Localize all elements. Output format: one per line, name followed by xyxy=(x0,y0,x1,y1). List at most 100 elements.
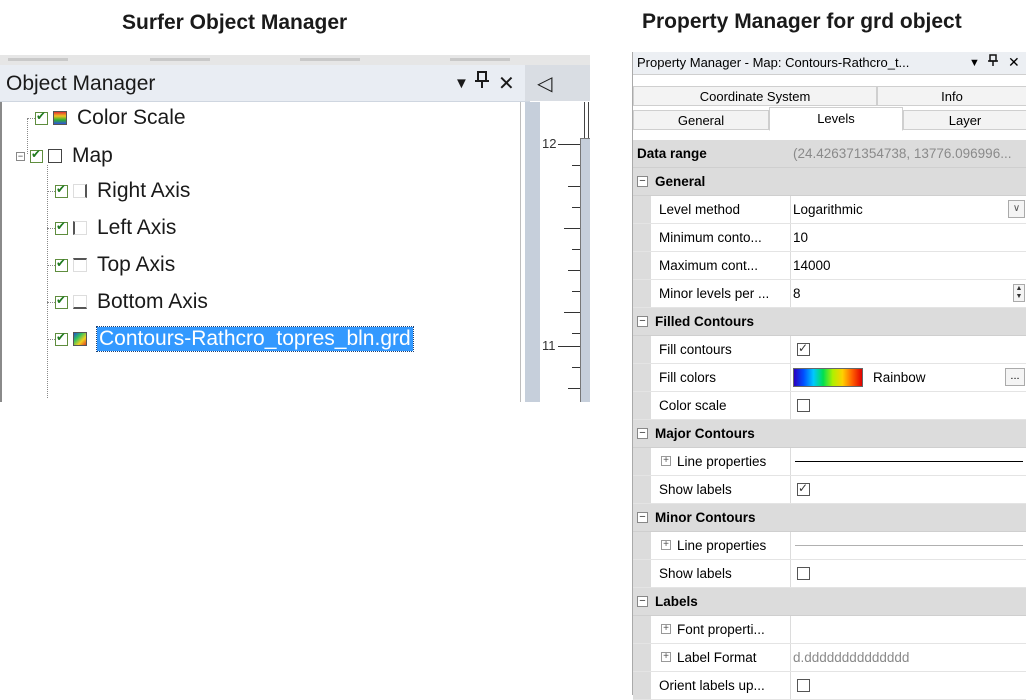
level-method-row[interactable]: Level method Logarithmic ∨ xyxy=(633,196,1026,224)
label-format-row[interactable]: + Label Format d.dddddddddddddd xyxy=(633,644,1026,672)
object-manager-heading: Surfer Object Manager xyxy=(122,11,348,34)
top-ruler xyxy=(540,102,590,139)
orient-labels-row[interactable]: Orient labels up... xyxy=(633,672,1026,700)
show-labels-checkbox[interactable] xyxy=(797,567,810,580)
object-manager-panel: Object Manager ▼ ✕ Color Scale − Map xyxy=(0,55,590,402)
tab-info[interactable]: Info xyxy=(877,86,1026,106)
color-scale-checkbox[interactable] xyxy=(797,399,810,412)
fill-colors-value: Rainbow xyxy=(873,370,926,385)
fill-colors-row[interactable]: Fill colors Rainbow ... xyxy=(633,364,1026,392)
property-manager-heading: Property Manager for grd object xyxy=(642,10,962,33)
section-title: Labels xyxy=(655,594,698,609)
fill-contours-row[interactable]: Fill contours xyxy=(633,336,1026,364)
data-range-row: Data range (24.426371354738, 13776.09699… xyxy=(633,140,1026,168)
scroll-left-arrow[interactable]: ◁ xyxy=(537,71,552,96)
section-labels[interactable]: − Labels xyxy=(633,588,1026,616)
section-title: Minor Contours xyxy=(655,510,756,525)
tree-item-left-axis[interactable]: Left Axis xyxy=(55,213,176,243)
minor-line-properties-row[interactable]: + Line properties xyxy=(633,532,1026,560)
section-filled-contours[interactable]: − Filled Contours xyxy=(633,308,1026,336)
minimum-contour-row[interactable]: Minimum conto... 10 xyxy=(633,224,1026,252)
color-scale-icon xyxy=(53,111,67,125)
minor-levels-row[interactable]: Minor levels per ... 8 ▲ ▼ xyxy=(633,280,1026,308)
property-label: Show labels xyxy=(659,566,732,581)
close-icon[interactable]: ✕ xyxy=(1008,54,1020,71)
show-labels-checkbox[interactable] xyxy=(797,481,810,496)
pin-icon[interactable] xyxy=(475,71,489,95)
collapse-icon[interactable]: − xyxy=(637,428,648,439)
property-label: Level method xyxy=(659,202,741,217)
section-general[interactable]: − General xyxy=(633,168,1026,196)
tab-levels[interactable]: Levels xyxy=(769,107,903,131)
font-properties-row[interactable]: + Font properti... xyxy=(633,616,1026,644)
major-line-properties-row[interactable]: + Line properties xyxy=(633,448,1026,476)
map-icon xyxy=(48,149,62,163)
level-method-value[interactable]: Logarithmic xyxy=(793,202,863,217)
minor-show-labels-row[interactable]: Show labels xyxy=(633,560,1026,588)
fill-contours-checkbox[interactable] xyxy=(797,341,810,356)
expand-icon[interactable]: + xyxy=(661,456,671,466)
maximum-contour-row[interactable]: Maximum cont... 14000 xyxy=(633,252,1026,280)
tree-connector xyxy=(47,165,48,398)
spinner-icon[interactable]: ▲ ▼ xyxy=(1013,284,1025,302)
tree-item-color-scale[interactable]: Color Scale xyxy=(35,103,186,133)
ruler-label: 11 xyxy=(542,338,556,353)
tree-item-bottom-axis[interactable]: Bottom Axis xyxy=(55,287,208,317)
object-tree: Color Scale − Map Right Axis Left Axis T… xyxy=(0,102,521,402)
document-tabbar: ◁ xyxy=(525,65,590,101)
collapse-icon[interactable]: − xyxy=(637,176,648,187)
collapse-icon[interactable]: − xyxy=(16,151,25,161)
visibility-checkbox[interactable] xyxy=(35,109,48,125)
tree-item-map[interactable]: − Map xyxy=(16,141,113,171)
property-label: Fill contours xyxy=(659,342,732,357)
collapse-icon[interactable]: − xyxy=(637,512,648,523)
section-minor-contours[interactable]: − Minor Contours xyxy=(633,504,1026,532)
top-axis-icon xyxy=(73,258,87,272)
expand-icon[interactable]: + xyxy=(661,540,671,550)
tab-layer[interactable]: Layer xyxy=(903,110,1026,130)
visibility-checkbox[interactable] xyxy=(55,182,68,198)
pin-icon[interactable] xyxy=(988,54,998,70)
expand-icon[interactable]: + xyxy=(661,624,671,634)
visibility-checkbox[interactable] xyxy=(55,330,68,346)
visibility-checkbox[interactable] xyxy=(55,219,68,235)
collapse-icon[interactable]: − xyxy=(637,596,648,607)
minimum-contour-field[interactable]: 10 xyxy=(793,230,808,245)
rainbow-colormap-swatch[interactable] xyxy=(793,368,863,387)
tree-connector xyxy=(47,302,55,303)
tab-coordinate-system[interactable]: Coordinate System xyxy=(633,86,877,106)
tree-item-contours[interactable]: Contours-Rathcro_topres_bln.grd xyxy=(55,324,414,354)
property-label: Line properties xyxy=(677,538,767,553)
expand-icon[interactable]: + xyxy=(661,652,671,662)
toolbar-strip xyxy=(0,55,590,65)
minor-levels-stepper[interactable]: 8 xyxy=(793,286,801,301)
section-major-contours[interactable]: − Major Contours xyxy=(633,420,1026,448)
tab-general[interactable]: General xyxy=(633,110,769,130)
tree-connector xyxy=(47,339,55,340)
visibility-checkbox[interactable] xyxy=(55,293,68,309)
line-style-sample xyxy=(795,545,1023,546)
visibility-checkbox[interactable] xyxy=(55,256,68,272)
visibility-checkbox[interactable] xyxy=(30,147,43,163)
plot-area: 12 11 xyxy=(525,102,590,402)
line-style-sample xyxy=(795,461,1023,462)
tree-connector xyxy=(27,118,35,119)
major-show-labels-row[interactable]: Show labels xyxy=(633,476,1026,504)
close-icon[interactable]: ✕ xyxy=(498,71,515,96)
maximum-contour-field[interactable]: 14000 xyxy=(793,258,831,273)
tree-item-label: Color Scale xyxy=(77,106,186,129)
property-label: Fill colors xyxy=(659,370,717,385)
dropdown-arrow-icon[interactable]: ▼ xyxy=(969,57,980,69)
dropdown-arrow-icon[interactable]: ▼ xyxy=(454,75,469,92)
tree-item-right-axis[interactable]: Right Axis xyxy=(55,176,190,206)
left-ruler: 12 11 xyxy=(540,136,581,402)
plot-document: ◁ 12 11 xyxy=(525,55,590,402)
tree-item-label: Left Axis xyxy=(97,216,177,239)
orient-labels-checkbox[interactable] xyxy=(797,679,810,692)
collapse-icon[interactable]: − xyxy=(637,316,648,327)
color-scale-row[interactable]: Color scale xyxy=(633,392,1026,420)
tree-item-top-axis[interactable]: Top Axis xyxy=(55,250,175,280)
section-title: Major Contours xyxy=(655,426,755,441)
ellipsis-button[interactable]: ... xyxy=(1005,368,1025,386)
chevron-down-icon[interactable]: ∨ xyxy=(1008,200,1025,218)
